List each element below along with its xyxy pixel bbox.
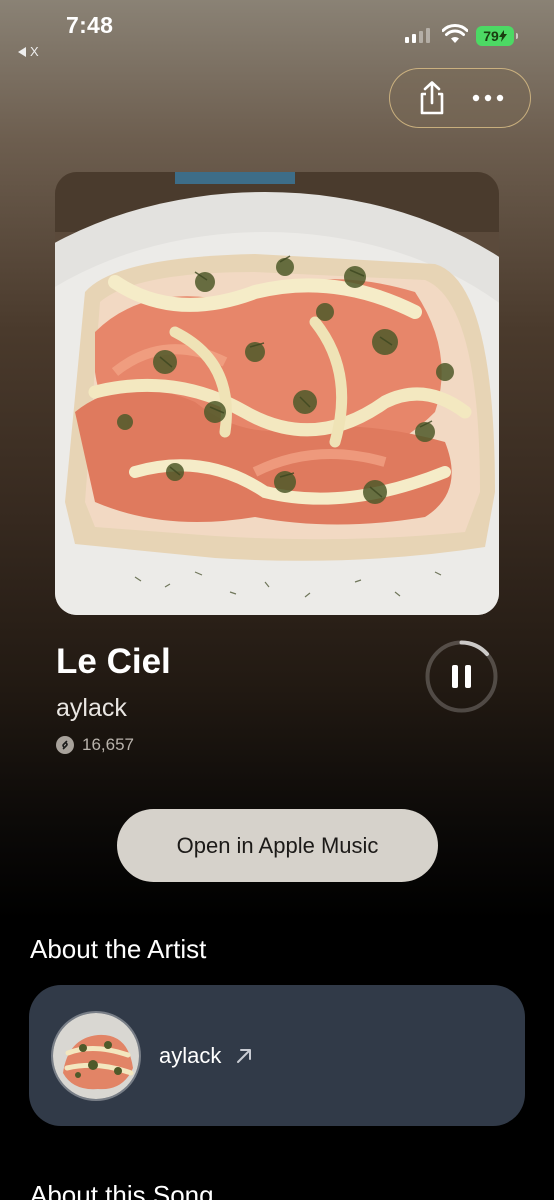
artist-card-name: aylack [159,1042,222,1068]
album-artwork [55,172,499,615]
back-to-app-link[interactable]: X [18,44,39,59]
wifi-icon [441,24,469,49]
more-button[interactable] [463,73,513,123]
about-artist-heading: About the Artist [30,934,207,964]
artist-avatar [51,1010,141,1101]
charging-bolt-icon [498,30,507,42]
share-button[interactable] [407,73,457,123]
cellular-signal-icon [405,28,430,43]
open-in-apple-music-button[interactable]: Open in Apple Music [117,809,438,882]
external-arrow-icon [235,1047,253,1065]
shazam-icon [56,736,74,754]
status-time: 7:48 [66,12,114,38]
shazam-count: 16,657 [82,735,134,754]
artist-card[interactable]: aylack [29,985,525,1126]
status-bar: 7:48 X 79 [0,0,554,60]
share-icon [420,81,444,115]
back-arrow-icon [18,46,26,57]
about-song-heading: About this Song [30,1180,214,1200]
action-pill [389,68,531,128]
pause-button[interactable] [424,639,499,714]
song-title: Le Ciel [56,642,171,681]
song-artist[interactable]: aylack [56,694,127,723]
shazam-count-row: 16,657 [56,735,134,755]
more-icon [472,94,504,102]
battery-level: 79 [483,28,499,44]
back-app-label: X [30,44,39,59]
battery-indicator: 79 [476,26,518,46]
pause-icon [425,640,498,713]
